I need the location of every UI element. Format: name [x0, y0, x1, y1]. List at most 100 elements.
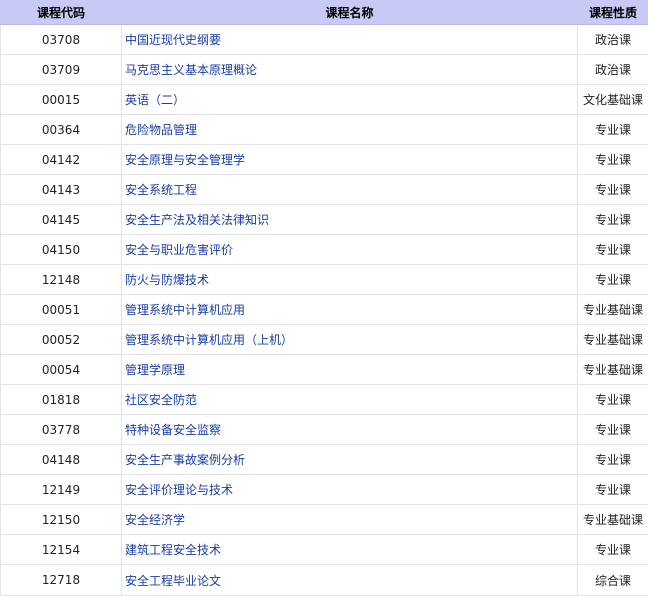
course-code: 03709 [0, 54, 122, 85]
course-name-cell: 社区安全防范 [121, 384, 578, 415]
course-name-link[interactable]: 特种设备安全监察 [125, 423, 221, 437]
course-type: 专业基础课 [577, 294, 648, 325]
course-table: 课程代码 课程名称 课程性质 03708 中国近现代史纲要 政治课 03709 马克思主… [0, 0, 648, 596]
course-code: 04145 [0, 204, 122, 235]
course-name-cell: 英语（二） [121, 84, 578, 115]
course-code: 03778 [0, 414, 122, 445]
course-name-cell: 危险物品管理 [121, 114, 578, 145]
course-type: 专业课 [577, 384, 648, 415]
table-row: 04148 安全生产事故案例分析 专业课 [0, 444, 648, 475]
course-code: 12149 [0, 474, 122, 505]
course-code: 04148 [0, 444, 122, 475]
course-name-link[interactable]: 安全评价理论与技术 [125, 483, 233, 497]
course-name-cell: 管理系统中计算机应用 [121, 294, 578, 325]
table-row: 00052 管理系统中计算机应用（上机） 专业基础课 [0, 324, 648, 355]
table-row: 00364 危险物品管理 专业课 [0, 114, 648, 145]
course-code: 04143 [0, 174, 122, 205]
course-code: 12150 [0, 504, 122, 535]
course-name-cell: 马克思主义基本原理概论 [121, 54, 578, 85]
course-type: 专业课 [577, 444, 648, 475]
course-type: 专业课 [577, 474, 648, 505]
course-name-link[interactable]: 管理系统中计算机应用（上机） [125, 333, 293, 347]
course-name-cell: 安全原理与安全管理学 [121, 144, 578, 175]
course-name-link[interactable]: 防火与防爆技术 [125, 273, 209, 287]
table-row: 00051 管理系统中计算机应用 专业基础课 [0, 294, 648, 325]
course-code: 12148 [0, 264, 122, 295]
course-type: 综合课 [577, 564, 648, 596]
course-type: 政治课 [577, 24, 648, 55]
course-name-cell: 安全工程毕业论文 [121, 564, 578, 596]
course-name-link[interactable]: 安全生产法及相关法律知识 [125, 213, 269, 227]
course-name-cell: 管理学原理 [121, 354, 578, 385]
table-row: 12154 建筑工程安全技术 专业课 [0, 534, 648, 565]
course-name-link[interactable]: 马克思主义基本原理概论 [125, 63, 257, 77]
course-name-cell: 防火与防爆技术 [121, 264, 578, 295]
course-type: 专业课 [577, 144, 648, 175]
course-code: 00054 [0, 354, 122, 385]
course-code: 12154 [0, 534, 122, 565]
course-name-link[interactable]: 中国近现代史纲要 [125, 33, 221, 47]
header-course-code: 课程代码 [0, 0, 122, 25]
table-row: 00054 管理学原理 专业基础课 [0, 354, 648, 385]
course-name-link[interactable]: 危险物品管理 [125, 123, 197, 137]
table-row: 12150 安全经济学 专业基础课 [0, 504, 648, 535]
table-row: 03708 中国近现代史纲要 政治课 [0, 24, 648, 55]
course-code: 12718 [0, 564, 122, 596]
course-name-cell: 安全生产法及相关法律知识 [121, 204, 578, 235]
course-code: 04150 [0, 234, 122, 265]
course-name-link[interactable]: 建筑工程安全技术 [125, 543, 221, 557]
course-name-link[interactable]: 安全系统工程 [125, 183, 197, 197]
course-code: 00364 [0, 114, 122, 145]
header-row: 课程代码 课程名称 课程性质 [0, 0, 648, 25]
course-name-link[interactable]: 安全工程毕业论文 [125, 574, 221, 588]
table-row: 04142 安全原理与安全管理学 专业课 [0, 144, 648, 175]
course-type: 专业课 [577, 234, 648, 265]
course-type: 专业课 [577, 204, 648, 235]
course-type: 专业基础课 [577, 504, 648, 535]
course-type: 专业课 [577, 264, 648, 295]
course-code: 01818 [0, 384, 122, 415]
course-type: 专业课 [577, 114, 648, 145]
course-name-link[interactable]: 社区安全防范 [125, 393, 197, 407]
course-name-link[interactable]: 安全经济学 [125, 513, 185, 527]
course-type: 专业课 [577, 414, 648, 445]
table-row: 03709 马克思主义基本原理概论 政治课 [0, 54, 648, 85]
course-type: 文化基础课 [577, 84, 648, 115]
table-row: 04150 安全与职业危害评价 专业课 [0, 234, 648, 265]
course-name-cell: 建筑工程安全技术 [121, 534, 578, 565]
table-body: 03708 中国近现代史纲要 政治课 03709 马克思主义基本原理概论 政治课 00015… [0, 24, 648, 596]
course-name-cell: 安全系统工程 [121, 174, 578, 205]
table-row: 12718 安全工程毕业论文 综合课 [0, 564, 648, 596]
table-row: 03778 特种设备安全监察 专业课 [0, 414, 648, 445]
course-name-cell: 中国近现代史纲要 [121, 24, 578, 55]
header-course-name: 课程名称 [121, 0, 578, 25]
course-name-link[interactable]: 管理系统中计算机应用 [125, 303, 245, 317]
table-row: 04143 安全系统工程 专业课 [0, 174, 648, 205]
course-code: 00052 [0, 324, 122, 355]
course-name-link[interactable]: 管理学原理 [125, 363, 185, 377]
table-row: 12149 安全评价理论与技术 专业课 [0, 474, 648, 505]
course-code: 00051 [0, 294, 122, 325]
table-row: 12148 防火与防爆技术 专业课 [0, 264, 648, 295]
course-name-cell: 安全评价理论与技术 [121, 474, 578, 505]
table-row: 01818 社区安全防范 专业课 [0, 384, 648, 415]
course-name-cell: 安全与职业危害评价 [121, 234, 578, 265]
course-type: 专业基础课 [577, 324, 648, 355]
course-name-cell: 管理系统中计算机应用（上机） [121, 324, 578, 355]
course-name-link[interactable]: 安全原理与安全管理学 [125, 153, 245, 167]
course-name-link[interactable]: 安全生产事故案例分析 [125, 453, 245, 467]
header-course-type: 课程性质 [577, 0, 648, 25]
course-type: 专业课 [577, 534, 648, 565]
course-type: 专业基础课 [577, 354, 648, 385]
course-name-cell: 安全经济学 [121, 504, 578, 535]
table-row: 00015 英语（二） 文化基础课 [0, 84, 648, 115]
course-type: 专业课 [577, 174, 648, 205]
table-row: 04145 安全生产法及相关法律知识 专业课 [0, 204, 648, 235]
course-type: 政治课 [577, 54, 648, 85]
course-code: 00015 [0, 84, 122, 115]
course-name-link[interactable]: 英语（二） [125, 93, 185, 107]
course-name-link[interactable]: 安全与职业危害评价 [125, 243, 233, 257]
course-name-cell: 安全生产事故案例分析 [121, 444, 578, 475]
course-code: 03708 [0, 24, 122, 55]
course-name-cell: 特种设备安全监察 [121, 414, 578, 445]
